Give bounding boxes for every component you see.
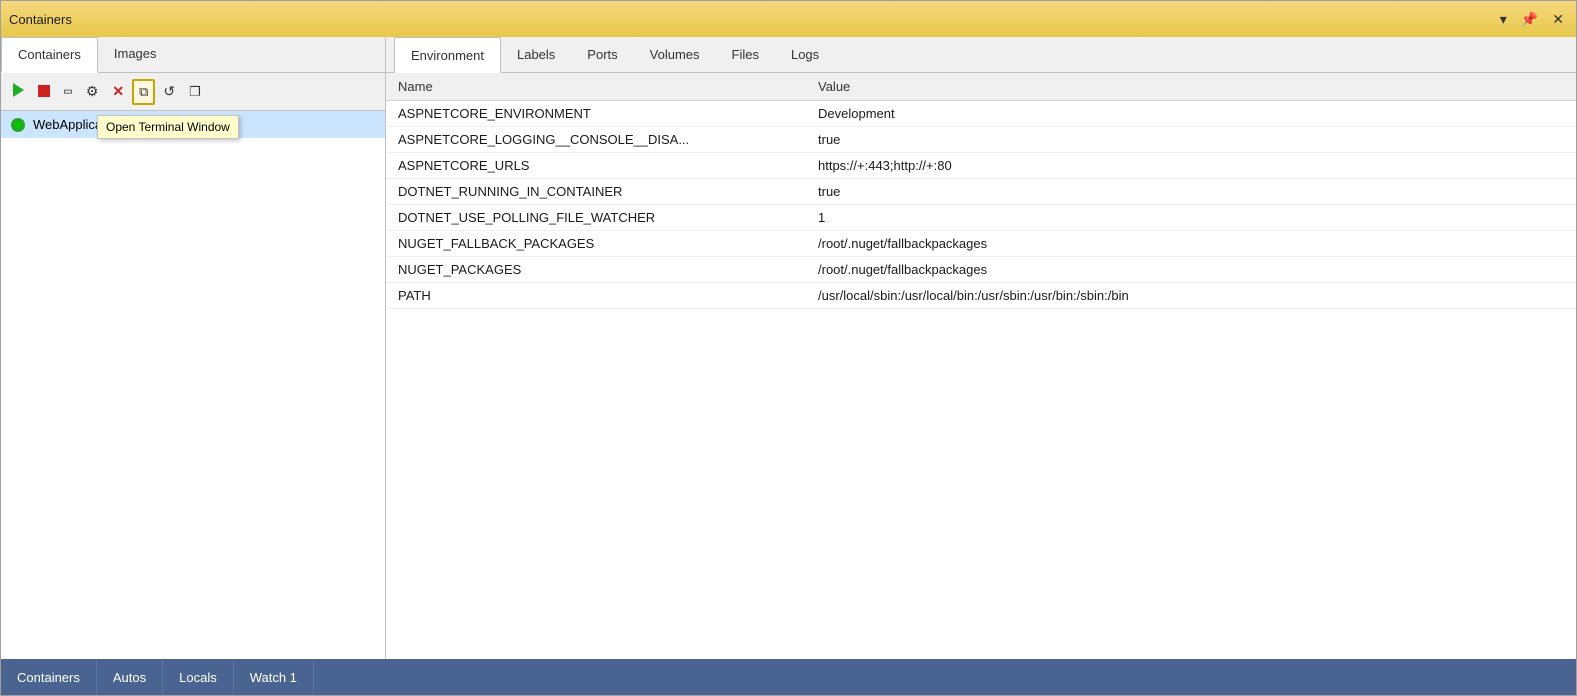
gear-icon: ⚙ (86, 83, 99, 100)
status-tab-autos[interactable]: Autos (97, 659, 163, 695)
table-row: ASPNETCORE_LOGGING__CONSOLE__DISA...true (386, 127, 1576, 153)
toolbar: ▭ ⚙ ✕ ⧉ ↺ ❐ Open Terminal Window (1, 73, 385, 111)
env-name-cell: ASPNETCORE_URLS (386, 153, 806, 179)
main-window: Containers ▾ 📌 ✕ Containers Images (0, 0, 1577, 696)
environment-table: Name Value ASPNETCORE_ENVIRONMENTDevelop… (386, 73, 1576, 309)
env-value-cell: /usr/local/sbin:/usr/local/bin:/usr/sbin… (806, 283, 1576, 309)
env-name-cell: NUGET_FALLBACK_PACKAGES (386, 231, 806, 257)
terminal-button[interactable]: ▭ (58, 80, 78, 103)
tab-containers[interactable]: Containers (1, 37, 98, 73)
pin-button[interactable]: 📌 (1517, 9, 1542, 30)
copy2-icon: ❐ (189, 84, 201, 100)
env-value-cell: /root/.nuget/fallbackpackages (806, 231, 1576, 257)
container-list: WebApplication-Docker (1, 111, 385, 659)
env-value-cell: 1 (806, 205, 1576, 231)
env-value-cell: https://+:443;http://+:80 (806, 153, 1576, 179)
minimize-button[interactable]: ▾ (1496, 9, 1511, 30)
copy-icon: ⧉ (139, 84, 148, 100)
refresh-button[interactable]: ↺ (157, 79, 181, 104)
title-bar: Containers ▾ 📌 ✕ (1, 1, 1576, 37)
table-row: ASPNETCORE_URLShttps://+:443;http://+:80 (386, 153, 1576, 179)
env-name-cell: ASPNETCORE_ENVIRONMENT (386, 101, 806, 127)
copy2-button[interactable]: ❐ (183, 80, 207, 104)
tab-volumes[interactable]: Volumes (634, 37, 716, 72)
tab-ports[interactable]: Ports (571, 37, 633, 72)
delete-button[interactable]: ✕ (106, 79, 130, 104)
col-name-header: Name (386, 73, 806, 101)
left-tabs-row: Containers Images (1, 37, 385, 73)
close-button[interactable]: ✕ (1548, 9, 1568, 30)
status-tab-watch1[interactable]: Watch 1 (234, 659, 314, 695)
status-tab-locals[interactable]: Locals (163, 659, 234, 695)
env-value-cell: Development (806, 101, 1576, 127)
table-row: ASPNETCORE_ENVIRONMENTDevelopment (386, 101, 1576, 127)
table-row: DOTNET_RUNNING_IN_CONTAINERtrue (386, 179, 1576, 205)
tab-files[interactable]: Files (716, 37, 775, 72)
right-tabs-row: Environment Labels Ports Volumes Files L… (386, 37, 1576, 73)
right-panel: Environment Labels Ports Volumes Files L… (386, 37, 1576, 659)
window-title: Containers (9, 12, 72, 27)
tab-environment[interactable]: Environment (394, 37, 501, 73)
status-bar: Containers Autos Locals Watch 1 (1, 659, 1576, 695)
table-row: NUGET_PACKAGES/root/.nuget/fallbackpacka… (386, 257, 1576, 283)
table-row: NUGET_FALLBACK_PACKAGES/root/.nuget/fall… (386, 231, 1576, 257)
stop-icon (38, 84, 50, 100)
play-icon (13, 83, 24, 100)
env-name-cell: NUGET_PACKAGES (386, 257, 806, 283)
gear-button[interactable]: ⚙ (80, 79, 105, 104)
env-value-cell: /root/.nuget/fallbackpackages (806, 257, 1576, 283)
env-name-cell: PATH (386, 283, 806, 309)
main-area: Containers Images ▭ ⚙ ✕ (1, 37, 1576, 659)
play-button[interactable] (7, 79, 30, 104)
col-value-header: Value (806, 73, 1576, 101)
status-tab-containers[interactable]: Containers (1, 659, 97, 695)
env-name-cell: DOTNET_RUNNING_IN_CONTAINER (386, 179, 806, 205)
env-table: Name Value ASPNETCORE_ENVIRONMENTDevelop… (386, 73, 1576, 659)
left-panel: Containers Images ▭ ⚙ ✕ (1, 37, 386, 659)
toolbar-tooltip: Open Terminal Window (97, 115, 239, 139)
status-dot (11, 118, 25, 132)
table-header-row: Name Value (386, 73, 1576, 101)
table-row: PATH/usr/local/sbin:/usr/local/bin:/usr/… (386, 283, 1576, 309)
title-bar-controls: ▾ 📌 ✕ (1496, 9, 1568, 30)
env-name-cell: ASPNETCORE_LOGGING__CONSOLE__DISA... (386, 127, 806, 153)
refresh-icon: ↺ (163, 83, 175, 100)
tab-images[interactable]: Images (98, 37, 173, 72)
tab-logs[interactable]: Logs (775, 37, 835, 72)
env-name-cell: DOTNET_USE_POLLING_FILE_WATCHER (386, 205, 806, 231)
copy-button[interactable]: ⧉ (132, 79, 155, 105)
table-row: DOTNET_USE_POLLING_FILE_WATCHER1 (386, 205, 1576, 231)
tab-labels[interactable]: Labels (501, 37, 571, 72)
delete-icon: ✕ (112, 83, 124, 100)
env-value-cell: true (806, 127, 1576, 153)
env-value-cell: true (806, 179, 1576, 205)
terminal-icon: ▭ (64, 84, 72, 99)
stop-button[interactable] (32, 80, 56, 104)
